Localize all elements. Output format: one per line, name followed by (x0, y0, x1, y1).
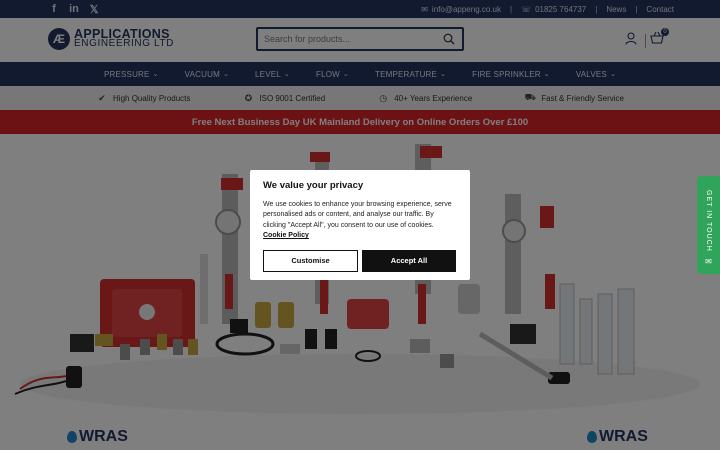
cookie-policy-link[interactable]: Cookie Policy (263, 232, 309, 239)
cookie-consent-modal: We value your privacy We use cookies to … (250, 170, 470, 280)
get-in-touch-label: GET IN TOUCH (705, 190, 712, 252)
get-in-touch-tab[interactable]: GET IN TOUCH ✉ (697, 176, 720, 274)
mail-icon: ✉ (705, 257, 712, 266)
modal-buttons: Customise Accept All (263, 249, 457, 272)
modal-body: We use cookies to enhance your browsing … (263, 201, 452, 240)
accept-all-button[interactable]: Accept All (362, 249, 456, 272)
customise-button[interactable]: Customise (263, 249, 358, 272)
modal-title: We value your privacy (263, 180, 364, 191)
